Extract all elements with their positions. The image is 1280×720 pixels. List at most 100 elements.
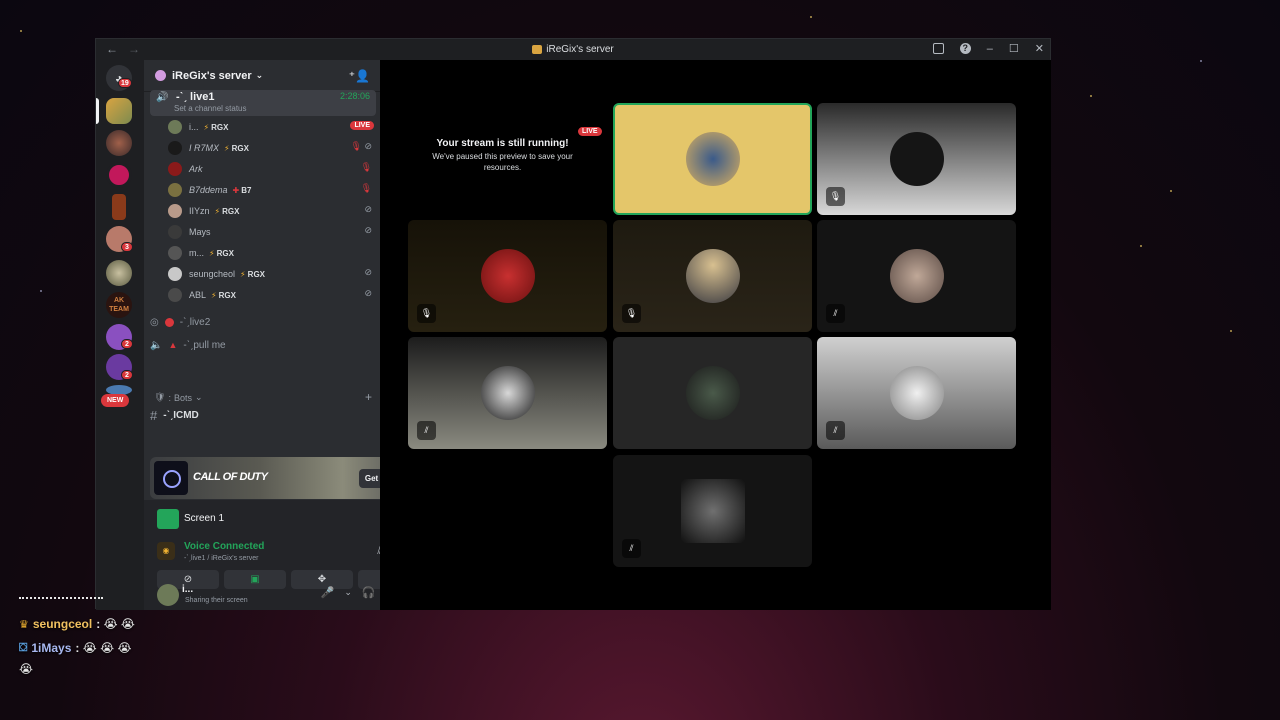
avatar <box>168 162 182 176</box>
voice-status[interactable]: Voice Connected <box>184 541 264 552</box>
user-name: I R7MX <box>189 143 220 153</box>
avatar <box>168 246 182 260</box>
window-title: iReGix's server <box>96 44 1050 55</box>
text-channel-icmd[interactable]: # -ˋˏICMD <box>150 408 199 423</box>
server-3[interactable] <box>106 162 132 188</box>
user-tag: ⚡ RGX <box>240 269 266 279</box>
user-name[interactable]: i... <box>182 584 193 595</box>
hash-icon: # <box>150 408 158 423</box>
title-bar: ← → iReGix's server ? – ☐ ✕ <box>96 39 1050 60</box>
voice-location: -ˋˏlive1 / iReGix's server <box>184 555 259 562</box>
star <box>1090 95 1092 97</box>
server-ak-team[interactable]: AK TEAM <box>106 292 132 318</box>
close-button[interactable]: ✕ <box>1035 42 1044 55</box>
deafened-icon: ⫽ <box>417 421 436 440</box>
voice-user[interactable]: I R7MX ⚡ RGX <box>168 139 249 157</box>
server-4[interactable] <box>112 194 126 220</box>
avatar <box>168 204 182 218</box>
deafened-icon: ⫽ <box>826 421 845 440</box>
video-tile[interactable]: ⫽ <box>817 220 1016 332</box>
avatar <box>480 249 535 303</box>
user-name: seungcheol <box>189 269 236 279</box>
dm-badge: 19 <box>118 78 132 88</box>
mic-icon[interactable]: 🎤 <box>321 586 335 599</box>
channel-sidebar: iReGix's server ⌄ ⁺👤 🔊 -ˋˏ live1 2:28:06… <box>144 60 428 610</box>
video-tile[interactable]: 🎙 <box>408 220 607 332</box>
video-tile[interactable]: ⫽ <box>817 337 1016 449</box>
user-name: ABL <box>189 290 207 300</box>
minimize-button[interactable]: – <box>987 43 993 55</box>
voice-channel-pull-me[interactable]: 🔈 ▲ -ˋˏpull me <box>150 336 226 354</box>
avatar <box>685 132 740 186</box>
avatar <box>168 225 182 239</box>
video-tile[interactable]: ⫽ <box>408 337 607 449</box>
live-badge: LIVE <box>350 121 374 130</box>
deafened-icon: ⊘ <box>364 288 372 298</box>
user-name: Mays <box>189 227 211 237</box>
add-channel-icon[interactable]: + <box>365 390 372 404</box>
headphones-icon[interactable]: 🎧 <box>362 586 376 599</box>
voice-user[interactable]: i... ⚡ RGX <box>168 118 228 136</box>
server-6[interactable] <box>106 260 132 286</box>
muted-mic-icon: 🎙 <box>360 183 372 193</box>
deafened-icon: ⊘ <box>364 267 372 277</box>
red-dot-icon <box>164 317 174 327</box>
user-tag: ⚡ RGX <box>211 290 236 300</box>
server-header[interactable]: iReGix's server ⌄ ⁺👤 <box>144 60 380 92</box>
user-status: Sharing their screen <box>185 597 248 604</box>
voice-user[interactable]: seungcheol ⚡ RGX <box>168 265 265 283</box>
crown-icon: ♛ <box>19 618 29 631</box>
video-tile[interactable]: 🎙 <box>817 103 1016 215</box>
boost-icon <box>155 70 166 81</box>
speaker-icon: 🔊 <box>156 92 169 103</box>
user-tag: ⚡ RGX <box>224 143 249 153</box>
red-triangle-icon: ▲ <box>168 340 178 350</box>
server-9-badge: 2 <box>121 370 133 380</box>
voice-channel-live2[interactable]: ◎ -ˋˏlive2 <box>150 313 210 331</box>
video-tile[interactable] <box>613 103 812 215</box>
video-tile[interactable]: ⫽ <box>613 455 812 567</box>
avatar <box>685 249 740 303</box>
voice-user[interactable]: ABL ⚡ RGX <box>168 286 236 304</box>
invite-people-icon[interactable]: ⁺👤 <box>349 69 370 83</box>
video-stage: LIVE Your stream is still running! We've… <box>380 60 1051 610</box>
avatar <box>685 366 740 420</box>
video-tile[interactable] <box>613 337 812 449</box>
voice-user[interactable]: m... ⚡ RGX <box>168 244 234 262</box>
user-name: B7ddema <box>189 185 228 195</box>
screen-label: Screen 1 <box>184 513 225 524</box>
chevron-down-icon: ⌄ <box>255 70 264 80</box>
badge-icon: ⛋ <box>19 641 28 654</box>
chevron-down-icon: ⌄ <box>194 392 203 402</box>
help-icon[interactable]: ? <box>959 43 971 54</box>
server-iregix[interactable] <box>106 98 132 124</box>
voice-user[interactable]: Mays <box>168 223 211 241</box>
avatar <box>680 479 745 543</box>
new-badge: NEW <box>101 394 130 407</box>
channel-status[interactable]: Set a channel status <box>174 104 247 113</box>
chevron-down-icon[interactable]: ⌄ <box>344 587 352 598</box>
server-5-badge: 3 <box>121 242 133 252</box>
category-bots[interactable]: 🛡 : Bots ⌄ <box>154 392 203 403</box>
server-2[interactable] <box>106 130 132 156</box>
screen-share-button[interactable]: ▣ <box>224 570 286 589</box>
voice-channel-live1[interactable]: 🔊 -ˋˏ live1 2:28:06 Set a channel status <box>150 90 376 116</box>
shield-icon: 🛡 <box>154 392 166 402</box>
avatar[interactable] <box>157 584 179 606</box>
window-controls: ? – ☐ ✕ <box>932 42 1044 55</box>
video-tile[interactable]: 🎙 <box>613 220 812 332</box>
maximize-button[interactable]: ☐ <box>1009 42 1019 55</box>
user-name: m... <box>189 248 204 258</box>
star <box>1230 330 1232 332</box>
inbox-icon[interactable] <box>932 43 944 54</box>
voice-user[interactable]: Ark <box>168 160 203 178</box>
chat-message: 😭 <box>19 662 34 676</box>
signal-icon[interactable]: ◉ <box>157 542 175 560</box>
avatar <box>168 267 182 281</box>
chat-message: ♛ seungceol : 😭 😭 <box>19 617 135 631</box>
user-status-icons: 🎙 ⊘ <box>350 141 372 151</box>
user-name: Ark <box>189 164 203 174</box>
live-badge: LIVE <box>578 127 602 136</box>
voice-user[interactable]: IIYzn ⚡ RGX <box>168 202 239 220</box>
voice-user[interactable]: B7ddema ✚ B7 <box>168 181 251 199</box>
